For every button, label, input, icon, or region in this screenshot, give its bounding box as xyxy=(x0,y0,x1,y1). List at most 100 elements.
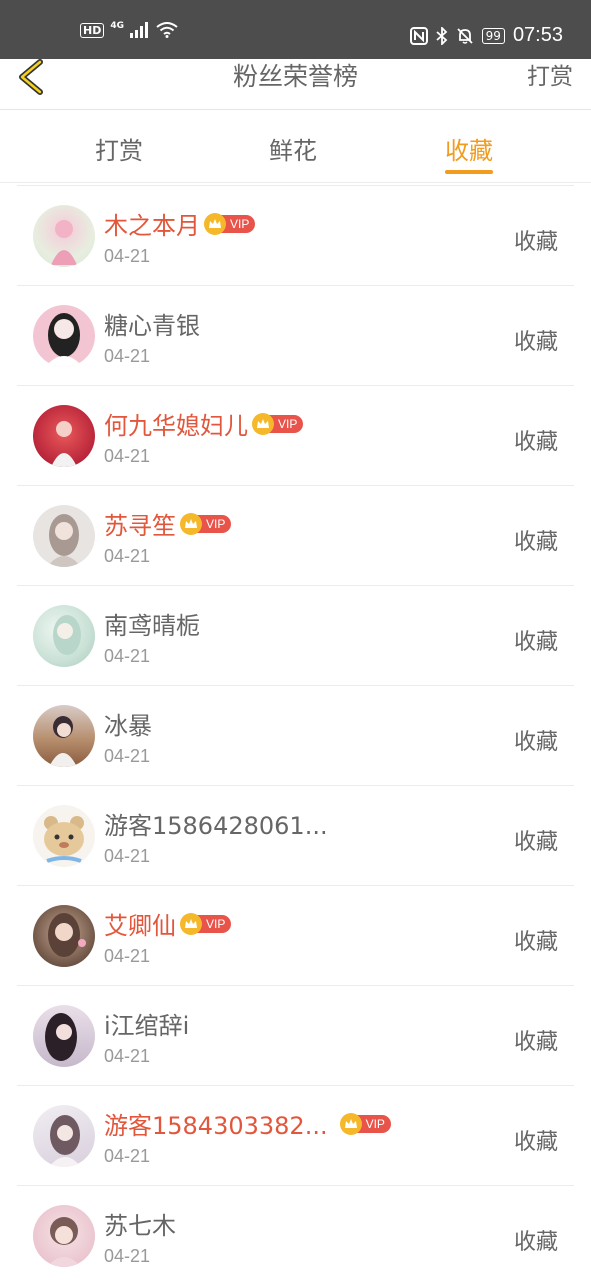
list-item[interactable]: 南鸢晴栀 04-21 收藏 xyxy=(17,586,574,686)
list-item[interactable]: 糖心青银 04-21 收藏 xyxy=(17,286,574,386)
collect-label: 收藏 xyxy=(513,630,558,655)
vip-badge: VIP xyxy=(180,912,232,935)
user-name: 冰暴 xyxy=(104,712,152,740)
vip-badge: VIP xyxy=(339,1112,391,1135)
date: 04-21 xyxy=(104,946,151,966)
battery-icon: 99 xyxy=(481,27,505,44)
name-line: 南鸢晴栀 xyxy=(104,606,200,641)
collect-label: 收藏 xyxy=(513,730,558,755)
list-item[interactable]: 苏七木 04-21 收藏 xyxy=(17,1186,574,1280)
status-bar: HD 4G 99 07:53 xyxy=(0,0,591,59)
clock: 07:53 xyxy=(512,24,563,46)
list-item[interactable]: 何九华媳妇儿 VIP 04-21 收藏 xyxy=(17,386,574,486)
collect-label: 收藏 xyxy=(513,930,558,955)
list-item[interactable]: 艾卿仙 VIP 04-21 收藏 xyxy=(17,886,574,986)
collect-label: 收藏 xyxy=(513,830,558,855)
user-name: 苏七木 xyxy=(104,1212,176,1240)
collect-label: 收藏 xyxy=(513,430,558,455)
date: 04-21 xyxy=(104,246,151,266)
user-name: 游客1584303382... xyxy=(104,1112,328,1140)
user-name: 苏寻笙 xyxy=(104,512,176,540)
vip-badge: VIP xyxy=(180,512,232,535)
signal-icon xyxy=(130,22,148,38)
name-line: 游客1584303382... VIP xyxy=(104,1106,391,1141)
avatar[interactable] xyxy=(33,205,95,267)
wifi-icon xyxy=(156,22,178,38)
mute-bell-icon xyxy=(457,27,473,44)
avatar[interactable] xyxy=(33,805,95,867)
name-line: 木之本月 VIP xyxy=(104,206,256,241)
crown-icon xyxy=(339,1112,362,1135)
date: 04-21 xyxy=(104,546,151,566)
avatar[interactable] xyxy=(33,1105,95,1167)
collect-label: 收藏 xyxy=(513,530,558,555)
date: 04-21 xyxy=(104,346,151,366)
name-line: 糖心青银 xyxy=(104,306,200,341)
crown-icon xyxy=(180,912,202,935)
tab-flowers[interactable]: 鲜花 xyxy=(269,131,317,166)
nfc-icon xyxy=(409,26,428,45)
tab-reward[interactable]: 打赏 xyxy=(95,131,143,166)
hd-icon: HD xyxy=(80,22,105,38)
name-line: 冰暴 xyxy=(104,706,152,741)
crown-icon xyxy=(180,512,202,535)
collect-label: 收藏 xyxy=(513,1230,558,1255)
avatar[interactable] xyxy=(33,905,95,967)
status-right: 99 07:53 xyxy=(409,24,563,47)
user-name: 何九华媳妇儿 xyxy=(104,412,248,440)
date: 04-21 xyxy=(104,446,151,466)
user-name: 艾卿仙 xyxy=(104,912,176,940)
date: 04-21 xyxy=(104,646,151,666)
user-name: i江绾辞i xyxy=(104,1012,190,1040)
fan-list: 木之本月 VIP 04-21 收藏 糖心青银 04-21 收藏 何九华媳妇儿 V… xyxy=(17,185,574,1280)
avatar[interactable] xyxy=(33,505,95,567)
avatar[interactable] xyxy=(33,305,95,367)
list-item[interactable]: i江绾辞i 04-21 收藏 xyxy=(17,986,574,1086)
date: 04-21 xyxy=(104,1246,151,1266)
tab-bar: 打赏 鲜花 收藏 xyxy=(0,111,591,183)
page-title: 粉丝荣誉榜 xyxy=(232,62,358,91)
name-line: i江绾辞i xyxy=(104,1006,189,1041)
date: 04-21 xyxy=(104,846,151,866)
crown-icon xyxy=(204,212,226,235)
user-name: 游客1586428061... xyxy=(104,812,328,840)
name-line: 游客1586428061... xyxy=(104,806,328,841)
date: 04-21 xyxy=(104,746,151,766)
collect-label: 收藏 xyxy=(513,1030,558,1055)
date: 04-21 xyxy=(104,1046,151,1066)
tab-collect[interactable]: 收藏 xyxy=(445,131,493,174)
active-tab-indicator xyxy=(445,170,493,174)
name-line: 苏七木 xyxy=(104,1206,176,1241)
status-left: HD 4G xyxy=(80,21,178,38)
collect-label: 收藏 xyxy=(513,230,558,255)
user-name: 南鸢晴栀 xyxy=(104,612,200,640)
name-line: 艾卿仙 VIP xyxy=(104,906,232,941)
collect-label: 收藏 xyxy=(513,330,558,355)
user-name: 木之本月 xyxy=(104,212,200,240)
tab-label: 鲜花 xyxy=(269,137,317,165)
list-item[interactable]: 游客1584303382... VIP 04-21 收藏 xyxy=(17,1086,574,1186)
network-type: 4G xyxy=(110,21,124,31)
list-item[interactable]: 游客1586428061... 04-21 收藏 xyxy=(17,786,574,886)
date: 04-21 xyxy=(104,1146,151,1166)
tab-label: 收藏 xyxy=(445,137,493,165)
vip-badge: VIP xyxy=(204,212,256,235)
name-line: 苏寻笙 VIP xyxy=(104,506,232,541)
vip-badge: VIP xyxy=(252,412,304,435)
list-item[interactable]: 苏寻笙 VIP 04-21 收藏 xyxy=(17,486,574,586)
reward-button[interactable]: 打赏 xyxy=(527,59,573,95)
collect-label: 收藏 xyxy=(513,1130,558,1155)
list-item[interactable]: 木之本月 VIP 04-21 收藏 xyxy=(17,186,574,286)
tab-label: 打赏 xyxy=(95,137,143,165)
avatar[interactable] xyxy=(33,705,95,767)
avatar[interactable] xyxy=(33,1005,95,1067)
avatar[interactable] xyxy=(33,1205,95,1267)
avatar[interactable] xyxy=(33,405,95,467)
user-name: 糖心青银 xyxy=(104,312,200,340)
crown-icon xyxy=(252,412,274,435)
avatar[interactable] xyxy=(33,605,95,667)
list-item[interactable]: 冰暴 04-21 收藏 xyxy=(17,686,574,786)
name-line: 何九华媳妇儿 VIP xyxy=(104,406,304,441)
bluetooth-icon xyxy=(436,26,447,45)
nav-bar: 粉丝荣誉榜 打赏 xyxy=(0,59,591,110)
